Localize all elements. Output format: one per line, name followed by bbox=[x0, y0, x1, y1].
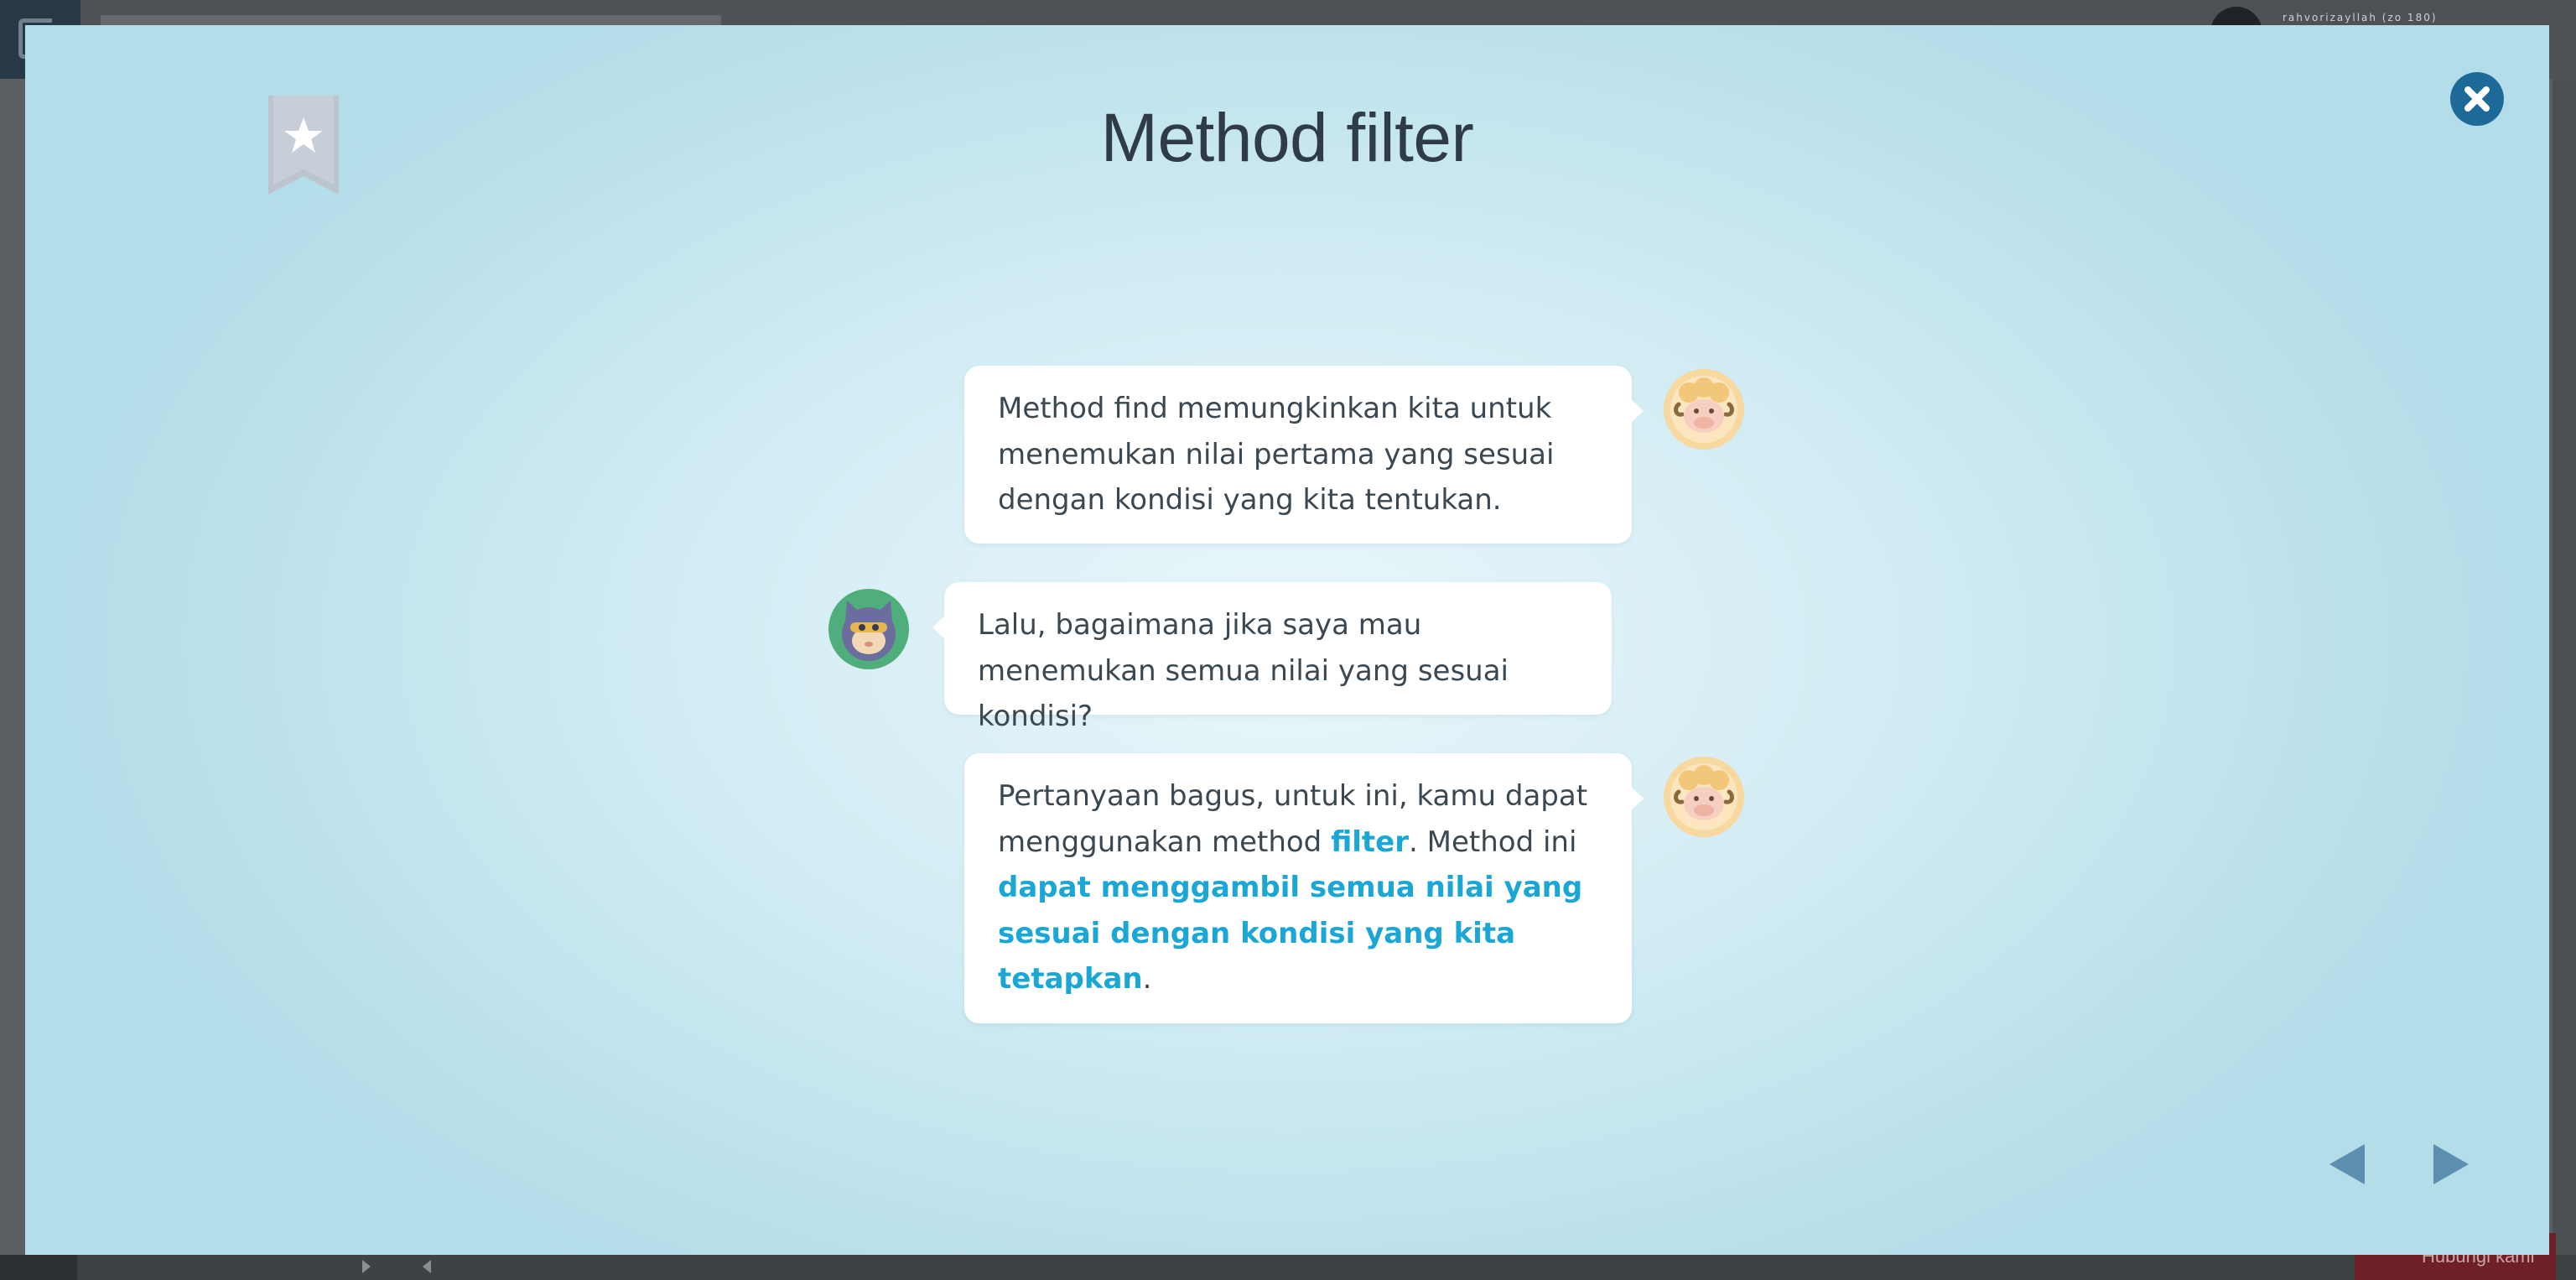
message-text: Method find memungkinkan kita untuk mene… bbox=[998, 392, 1555, 517]
message-text: Lalu, bagaimana jika saya mau menemukan … bbox=[978, 608, 1509, 733]
sheep-avatar bbox=[1664, 369, 1744, 450]
highlight-explanation: dapat menggambil semua nilai yang sesuai… bbox=[998, 871, 1583, 996]
user-name: rahvorizayllah (zo 180) bbox=[2283, 12, 2438, 23]
background-scrollbar bbox=[2553, 79, 2576, 1255]
chat-bubble-sheep: Method find memungkinkan kita untuk mene… bbox=[964, 366, 1644, 544]
page-title: Method filter bbox=[1100, 100, 1474, 176]
message-text: . bbox=[1142, 962, 1152, 996]
triangle-right-icon bbox=[2433, 1144, 2469, 1184]
background-bottom-bar bbox=[0, 1255, 2576, 1280]
scroll-left-icon bbox=[423, 1260, 431, 1273]
message-text: . Method ini bbox=[1409, 825, 1577, 859]
cat-icon bbox=[828, 589, 909, 669]
close-icon bbox=[2464, 86, 2490, 112]
highlight-method-name: filter bbox=[1331, 825, 1410, 859]
scroll-right-icon bbox=[362, 1260, 371, 1273]
lesson-modal: Method filter Method find memungkinkan k… bbox=[25, 25, 2549, 1255]
next-button[interactable] bbox=[2425, 1139, 2475, 1189]
sheep-icon bbox=[1664, 757, 1744, 837]
close-button[interactable] bbox=[2450, 72, 2504, 126]
sheep-icon bbox=[1664, 369, 1744, 450]
background-bottom-left bbox=[0, 1255, 77, 1280]
triangle-left-icon bbox=[2329, 1144, 2365, 1184]
chat-bubble-cat: Lalu, bagaimana jika saya mau menemukan … bbox=[932, 582, 1612, 733]
sheep-avatar bbox=[1664, 757, 1744, 837]
cat-avatar bbox=[828, 589, 909, 669]
chat-bubble-sheep: Pertanyaan bagus, untuk ini, kamu dapat … bbox=[964, 753, 1644, 1023]
previous-button[interactable] bbox=[2323, 1139, 2373, 1189]
